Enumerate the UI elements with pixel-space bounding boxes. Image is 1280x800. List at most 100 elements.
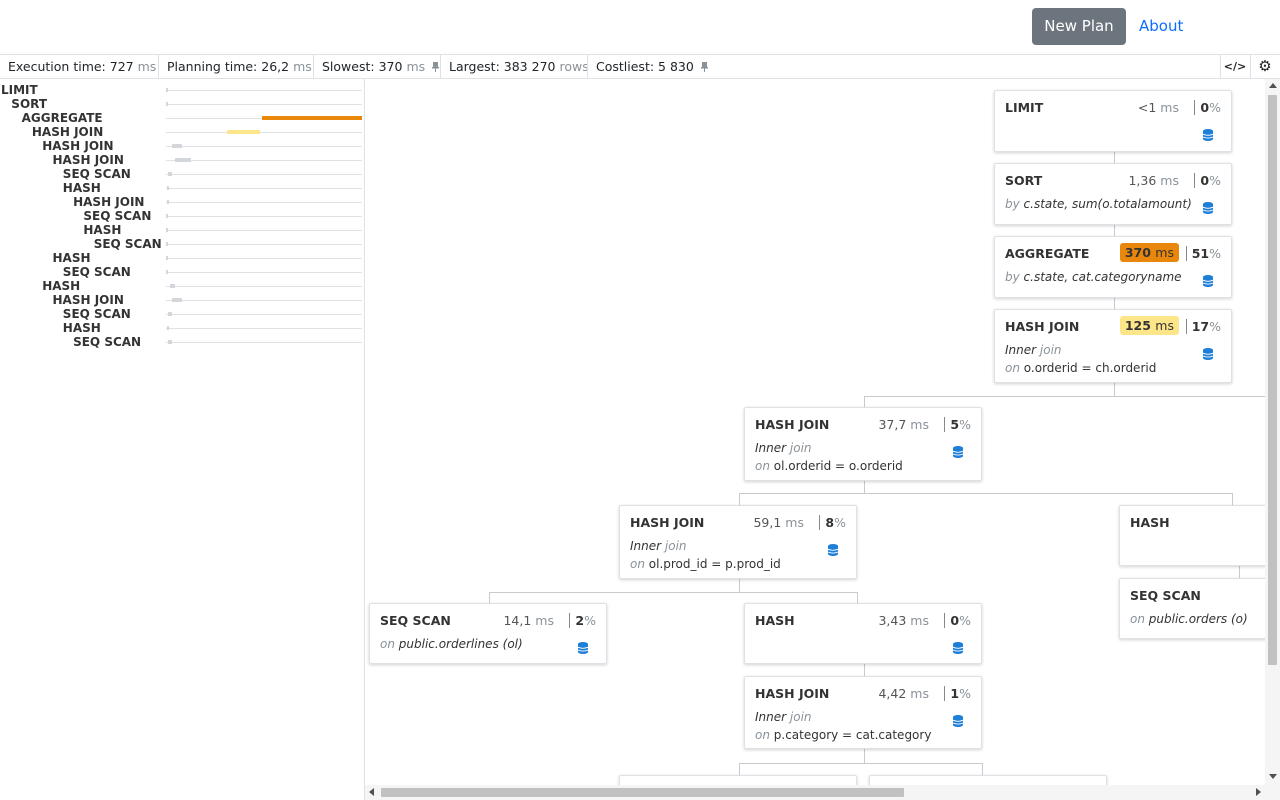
node-join-condition: on ol.prod_id = p.prod_id	[630, 557, 781, 571]
plan-node-aggregate[interactable]: AGGREGATE 370 ms 51% by c.state, cat.cat…	[994, 236, 1232, 298]
tree-timing-bar	[166, 242, 169, 246]
database-icon[interactable]	[1203, 202, 1213, 214]
database-icon[interactable]	[1203, 348, 1213, 360]
tree-timing-track	[166, 132, 362, 133]
tree-node-label[interactable]: SEQ SCAN	[94, 237, 162, 251]
database-icon[interactable]	[1203, 129, 1213, 141]
tree-timing-bar	[166, 186, 169, 190]
tree-timing-bar	[171, 144, 182, 148]
tree-node-label[interactable]: HASH JOIN	[42, 139, 113, 153]
plan-node-hash-join[interactable]: HASH JOIN 37,7 ms 5% Inner join on ol.or…	[744, 407, 982, 481]
horizontal-scrollbar-thumb[interactable]	[381, 788, 904, 797]
node-duration: 59,1 ms	[753, 515, 804, 530]
plan-node-hash-join[interactable]: HASH JOIN 59,1 ms 8% Inner join on ol.pr…	[619, 505, 857, 579]
database-icon[interactable]	[828, 544, 838, 556]
tree-timing-bar	[166, 102, 169, 106]
costliest-value: 5 830	[658, 59, 694, 74]
tree-node-label[interactable]: SEQ SCAN	[63, 265, 131, 279]
execution-time-stat: Execution time: 727 ms	[0, 55, 156, 78]
slowest-unit: ms	[406, 59, 426, 74]
new-plan-button[interactable]: New Plan	[1032, 8, 1126, 45]
plan-node-limit[interactable]: LIMIT <1 ms 0%	[994, 90, 1232, 152]
node-duration: 37,7 ms	[878, 417, 929, 432]
plan-diagram[interactable]: LIMIT <1 ms 0% SORT 1,36 ms 0% by c.stat…	[365, 79, 1265, 785]
database-icon[interactable]	[578, 642, 588, 654]
tree-timing-bar	[168, 312, 173, 316]
slowest-stat[interactable]: Slowest: 370 ms	[313, 55, 440, 78]
tree-node-label[interactable]: SORT	[11, 97, 47, 111]
scroll-down-arrow[interactable]	[1269, 774, 1277, 779]
tree-timing-bar	[171, 298, 182, 302]
plan-node-partial[interactable]	[619, 775, 857, 785]
execution-time-label: Execution time:	[8, 59, 106, 74]
scroll-up-arrow[interactable]	[1269, 83, 1277, 88]
connector	[739, 763, 983, 764]
node-duration: 14,1 ms	[503, 613, 554, 628]
tree-timing-track	[166, 258, 362, 259]
database-icon[interactable]	[953, 715, 963, 727]
tree-node-label[interactable]: LIMIT	[1, 83, 38, 97]
tree-node-label[interactable]: SEQ SCAN	[73, 335, 141, 349]
tree-node-label[interactable]: HASH	[42, 279, 80, 293]
node-title: HASH	[755, 613, 795, 628]
plan-node-partial[interactable]	[869, 775, 1107, 785]
vertical-scrollbar-thumb[interactable]	[1268, 95, 1277, 665]
costliest-stat[interactable]: Costliest: 5 830	[587, 55, 708, 78]
tree-node-label[interactable]: HASH	[63, 321, 101, 335]
node-join-type: Inner join	[1005, 343, 1062, 357]
tree-node-label[interactable]: HASH	[53, 251, 91, 265]
node-title: LIMIT	[1005, 100, 1044, 115]
execution-time-value: 727	[109, 59, 134, 74]
tree-timing-track	[166, 272, 362, 273]
planning-time-label: Planning time:	[167, 59, 258, 74]
scroll-right-arrow[interactable]	[1256, 788, 1261, 796]
settings-gear-icon[interactable]: ⚙	[1250, 55, 1279, 78]
node-title: SEQ SCAN	[380, 613, 451, 628]
database-icon[interactable]	[953, 446, 963, 458]
plan-node-sort[interactable]: SORT 1,36 ms 0% by c.state, sum(o.totala…	[994, 163, 1232, 225]
database-icon[interactable]	[953, 642, 963, 654]
largest-stat: Largest: 383 270 rows	[440, 55, 589, 78]
tree-node-label[interactable]: HASH JOIN	[53, 293, 124, 307]
plan-node-hash-join[interactable]: HASH JOIN 4,42 ms 1% Inner join on p.cat…	[744, 676, 982, 749]
largest-label: Largest:	[449, 59, 500, 74]
connector	[864, 481, 865, 493]
database-icon[interactable]	[1203, 275, 1213, 287]
plan-node-hash[interactable]: HASH	[1119, 505, 1265, 566]
scroll-left-arrow[interactable]	[369, 788, 374, 796]
tree-node-label[interactable]: SEQ SCAN	[83, 209, 151, 223]
node-title: HASH	[1130, 515, 1170, 530]
plan-node-seq-scan[interactable]: SEQ SCAN on public.orders (o)	[1119, 578, 1265, 639]
tree-node-label[interactable]: HASH JOIN	[53, 153, 124, 167]
tree-timing-track	[166, 286, 362, 287]
node-duration-badge: 370 ms	[1119, 243, 1179, 262]
node-title: SORT	[1005, 173, 1043, 188]
plan-node-seq-scan[interactable]: SEQ SCAN 14,1 ms 2% on public.orderlines…	[369, 603, 607, 664]
tree-timing-bar	[166, 270, 169, 274]
tree-node-label[interactable]: SEQ SCAN	[63, 167, 131, 181]
plan-node-hash-join[interactable]: HASH JOIN 125 ms 17% Inner join on o.ord…	[994, 309, 1232, 383]
connector	[1114, 383, 1115, 396]
about-link[interactable]: About	[1139, 8, 1183, 45]
connector	[1239, 566, 1240, 578]
tree-node-label[interactable]: HASH	[63, 181, 101, 195]
node-sort-key: by c.state, sum(o.totalamount)	[1005, 197, 1192, 211]
node-duration-badge: 125 ms	[1119, 316, 1179, 335]
code-view-icon[interactable]: </>	[1220, 55, 1249, 78]
top-navbar: New Plan About	[0, 0, 1280, 55]
tree-node-label[interactable]: HASH JOIN	[32, 125, 103, 139]
tree-timing-bar	[168, 340, 173, 344]
pin-icon[interactable]	[700, 62, 708, 72]
tree-timing-track	[166, 104, 362, 105]
tree-node-label[interactable]: SEQ SCAN	[63, 307, 131, 321]
tree-node-label[interactable]: HASH	[83, 223, 121, 237]
plan-node-hash[interactable]: HASH 3,43 ms 0%	[744, 603, 982, 664]
connector	[739, 493, 740, 505]
tree-node-label[interactable]: AGGREGATE	[22, 111, 103, 125]
tree-timing-track	[166, 342, 362, 343]
slowest-label: Slowest:	[322, 59, 375, 74]
connector	[857, 592, 858, 603]
pin-icon[interactable]	[432, 62, 440, 72]
node-duration: 4,42 ms	[878, 686, 929, 701]
tree-node-label[interactable]: HASH JOIN	[73, 195, 144, 209]
